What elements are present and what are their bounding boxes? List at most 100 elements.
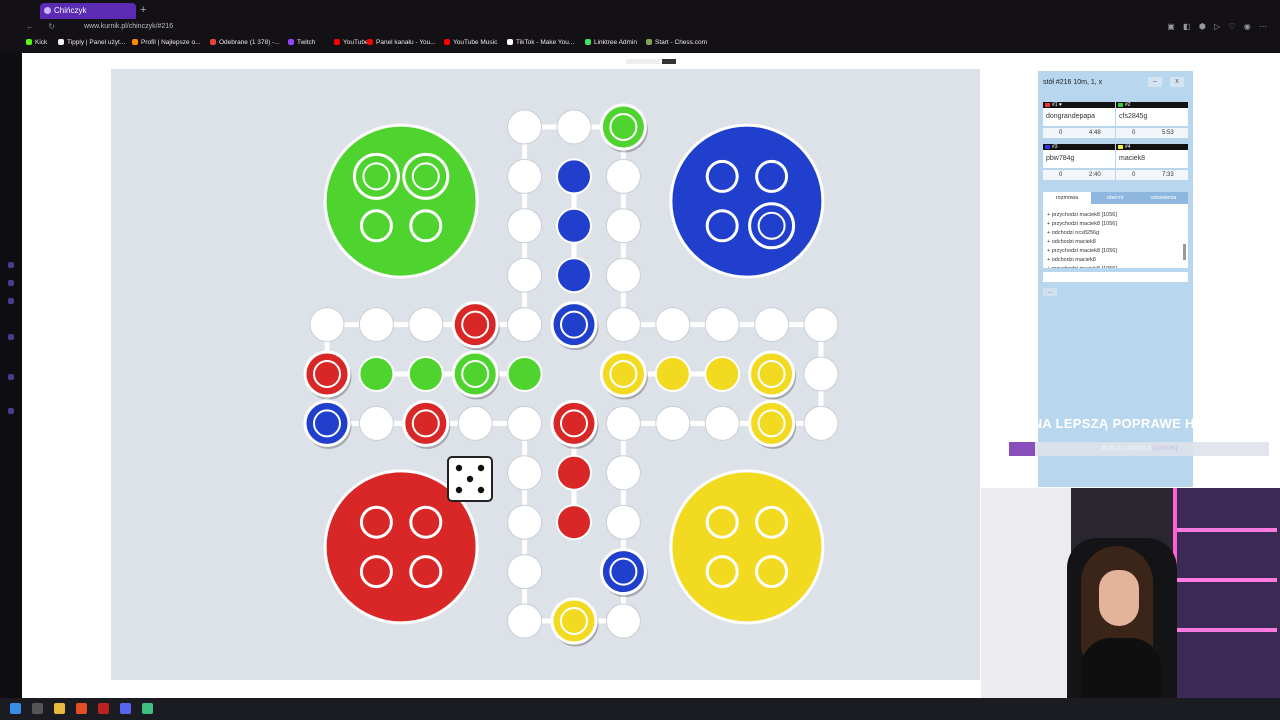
panel-tab[interactable]: ustawienia bbox=[1139, 192, 1188, 204]
board-field[interactable] bbox=[507, 603, 543, 639]
chat-scrollbar[interactable] bbox=[1183, 244, 1186, 260]
discord-icon[interactable] bbox=[120, 703, 131, 714]
home-field-red[interactable] bbox=[556, 454, 592, 491]
panel-tab[interactable]: rozmowa bbox=[1043, 192, 1091, 204]
board-field[interactable] bbox=[803, 405, 839, 441]
chat-line: + odchodzi ncs8256g bbox=[1047, 230, 1100, 236]
board-field[interactable] bbox=[556, 109, 592, 145]
dice-pip bbox=[477, 486, 485, 494]
board-field[interactable] bbox=[507, 257, 543, 293]
board-field[interactable] bbox=[605, 504, 641, 540]
base-green bbox=[323, 123, 479, 279]
pawn-green[interactable] bbox=[599, 103, 647, 151]
board-field[interactable] bbox=[507, 504, 543, 540]
player-color-icon bbox=[1045, 103, 1050, 107]
dice-pip bbox=[477, 464, 485, 472]
board-field[interactable] bbox=[507, 455, 543, 491]
home-field-blue[interactable] bbox=[556, 158, 592, 195]
board-field[interactable] bbox=[605, 307, 641, 343]
pawn-green[interactable] bbox=[451, 350, 499, 398]
table-title: stół #216 10m, 1, x bbox=[1043, 79, 1103, 86]
minimize-button[interactable]: – bbox=[1148, 77, 1162, 87]
board-field[interactable] bbox=[408, 307, 444, 343]
player-slot[interactable]: #4 maciek8 0 7:33 bbox=[1116, 144, 1188, 186]
webcam-feed bbox=[981, 488, 1280, 698]
home-field-red[interactable] bbox=[556, 504, 592, 541]
player-slot[interactable]: #3 pbw784g 0 2:40 bbox=[1043, 144, 1115, 186]
board-field[interactable] bbox=[507, 158, 543, 194]
opera-icon[interactable] bbox=[98, 703, 109, 714]
start-icon[interactable] bbox=[10, 703, 21, 714]
pawn-green[interactable] bbox=[352, 152, 400, 200]
pawn-yellow[interactable] bbox=[599, 350, 647, 398]
player-color-icon bbox=[1118, 103, 1123, 107]
board-field[interactable] bbox=[358, 405, 394, 441]
pawn-red[interactable] bbox=[402, 399, 450, 447]
send-button[interactable]: ... bbox=[1043, 288, 1057, 296]
close-button[interactable]: x bbox=[1170, 77, 1184, 87]
pawn-yellow[interactable] bbox=[550, 597, 598, 645]
board-field[interactable] bbox=[507, 554, 543, 590]
pawn-green[interactable] bbox=[402, 152, 450, 200]
home-field-green[interactable] bbox=[358, 356, 395, 392]
chat-line: + przychodzi maciek8 [1056] bbox=[1047, 221, 1117, 227]
goal-target: 200,00 zł bbox=[1126, 446, 1152, 452]
board-field[interactable] bbox=[605, 158, 641, 194]
donation-goal-text: 20,00 zł / 200,00 zł (10,00%) bbox=[1100, 446, 1178, 452]
firefox-icon[interactable] bbox=[76, 703, 87, 714]
player-color-icon bbox=[1118, 145, 1123, 149]
pawn-blue[interactable] bbox=[748, 202, 796, 250]
board-field[interactable] bbox=[605, 603, 641, 639]
search-icon[interactable] bbox=[32, 703, 43, 714]
board-field[interactable] bbox=[704, 307, 740, 343]
board-field[interactable] bbox=[655, 307, 691, 343]
pawn-red[interactable] bbox=[451, 301, 499, 349]
board-field[interactable] bbox=[507, 405, 543, 441]
goal-current: 20,00 zł bbox=[1100, 446, 1122, 452]
player-name: pbw784g bbox=[1043, 150, 1115, 168]
app-icon[interactable] bbox=[142, 703, 153, 714]
board-field[interactable] bbox=[507, 208, 543, 244]
board-field[interactable] bbox=[605, 208, 641, 244]
board-field[interactable] bbox=[803, 307, 839, 343]
home-field-yellow[interactable] bbox=[654, 356, 691, 392]
home-field-yellow[interactable] bbox=[704, 356, 741, 392]
home-field-green[interactable] bbox=[506, 356, 543, 392]
donation-goal-title: NA LEPSZĄ POPRAWE HUMORU bbox=[1032, 416, 1246, 431]
player-time: 7:33 bbox=[1162, 172, 1174, 178]
home-field-blue[interactable] bbox=[556, 207, 592, 244]
board-field[interactable] bbox=[655, 405, 691, 441]
board-field[interactable] bbox=[507, 109, 543, 145]
pawn-red[interactable] bbox=[550, 399, 598, 447]
home-field-green[interactable] bbox=[407, 356, 444, 392]
board-field[interactable] bbox=[605, 455, 641, 491]
panel-tab[interactable]: obecni bbox=[1091, 192, 1139, 204]
board-field[interactable] bbox=[605, 405, 641, 441]
pawn-blue[interactable] bbox=[303, 399, 351, 447]
player-slot[interactable]: #1 ♥ dongrandepapa 0 4:48 bbox=[1043, 102, 1115, 144]
board-field[interactable] bbox=[507, 307, 543, 343]
board-field[interactable] bbox=[803, 356, 839, 392]
pawn-blue[interactable] bbox=[550, 301, 598, 349]
board-field[interactable] bbox=[704, 405, 740, 441]
board-field[interactable] bbox=[457, 405, 493, 441]
board-field[interactable] bbox=[358, 307, 394, 343]
player-color-icon bbox=[1045, 145, 1050, 149]
pawn-red[interactable] bbox=[303, 350, 351, 398]
player-slot[interactable]: #2 cfs2845g 0 5:53 bbox=[1116, 102, 1188, 144]
player-name: cfs2845g bbox=[1116, 108, 1188, 126]
board-field[interactable] bbox=[309, 307, 345, 343]
panel-tabs: rozmowa obecni ustawienia bbox=[1043, 192, 1188, 204]
pawn-blue[interactable] bbox=[599, 548, 647, 596]
pawn-yellow[interactable] bbox=[748, 399, 796, 447]
player-stats: 0 5:53 bbox=[1116, 128, 1188, 138]
home-field-blue[interactable] bbox=[556, 257, 592, 294]
pawn-yellow[interactable] bbox=[748, 350, 796, 398]
chat-input[interactable] bbox=[1043, 272, 1188, 282]
folder-icon[interactable] bbox=[54, 703, 65, 714]
board-field[interactable] bbox=[605, 257, 641, 293]
board-field[interactable] bbox=[754, 307, 790, 343]
base-yellow bbox=[669, 469, 825, 625]
donation-goal-bar: 20,00 zł / 200,00 zł (10,00%) bbox=[1009, 442, 1269, 456]
chat-line: + przychodzi maciek8 [1056] bbox=[1047, 212, 1117, 218]
